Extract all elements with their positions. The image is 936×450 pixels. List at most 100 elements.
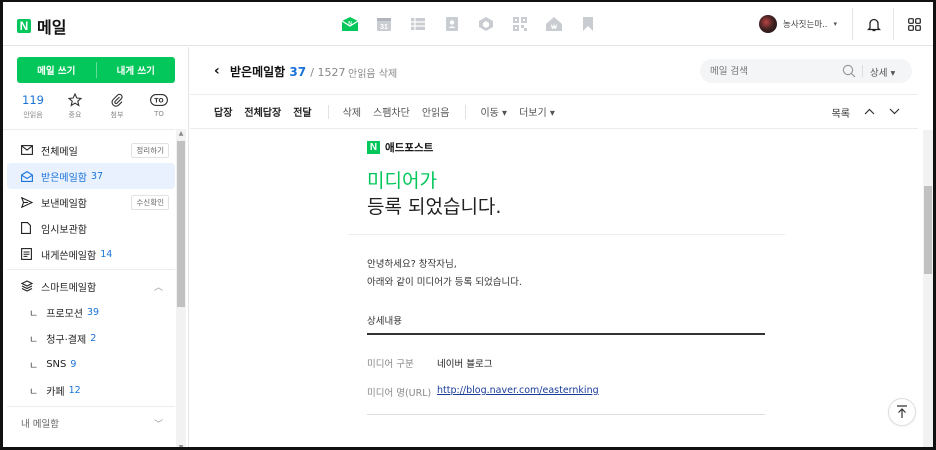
folder-inbox[interactable]: 받은메일함 37 xyxy=(7,163,175,189)
folder-sent[interactable]: 보낸메일함 수신확인 xyxy=(7,189,175,215)
spam-block-button[interactable]: 스팸차단 xyxy=(373,104,410,119)
contacts-list-icon[interactable] xyxy=(409,15,427,33)
divider xyxy=(3,129,175,130)
mailbox-title[interactable]: 받은메일함 37 / 1527 xyxy=(230,63,345,80)
mail-scrollbar[interactable] xyxy=(923,130,933,447)
calendar-icon[interactable]: 31 xyxy=(375,15,393,33)
list-button[interactable]: 목록 xyxy=(832,105,850,120)
mybox-icon[interactable] xyxy=(477,15,495,33)
qr-icon[interactable] xyxy=(511,15,529,33)
scroll-down-arrow[interactable]: ▼ xyxy=(176,444,186,447)
sub-bullet: ㄴ xyxy=(29,308,39,320)
divider xyxy=(862,65,863,77)
delete-button[interactable]: 삭제 xyxy=(343,104,361,119)
scrollbar-thumb[interactable] xyxy=(177,141,185,307)
folder-billing[interactable]: ㄴ 청구·결제 2 xyxy=(7,325,175,351)
folder-sns[interactable]: ㄴ SNS 9 xyxy=(7,351,175,377)
inbox-icon xyxy=(21,170,35,182)
quick-filter-label: 안읽음 xyxy=(23,111,43,119)
home-icon[interactable]: ₩ xyxy=(545,15,563,33)
headline: 등록 되었습니다. xyxy=(367,196,502,218)
smart-mailbox-toggle[interactable]: 스마트메일함 ︿ xyxy=(7,273,175,299)
next-mail-button[interactable] xyxy=(889,107,900,118)
quick-filter-label: 첨부 xyxy=(110,111,124,119)
folder-label: SNS xyxy=(46,358,67,370)
folder-self[interactable]: 내게쓴메일함 14 xyxy=(7,241,175,267)
main-panel: ‹ 받은메일함 37 / 1527 안읽음 삭제 상세 ▾ 답장 전체답장 전달… xyxy=(190,47,933,447)
address-book-icon[interactable] xyxy=(443,15,461,33)
reply-button[interactable]: 답장 xyxy=(214,104,232,119)
folder-cafe[interactable]: ㄴ 카페 12 xyxy=(7,377,175,403)
divider xyxy=(367,414,765,415)
to-badge-text: TO xyxy=(154,97,163,104)
compose-to-self-button[interactable]: 내게 쓰기 xyxy=(97,57,176,83)
folder-promotions[interactable]: ㄴ 프로모션 39 xyxy=(7,299,175,325)
organize-button[interactable]: 정리하기 xyxy=(131,142,169,158)
mail-toolbar: 답장 전체답장 전달 삭제 스팸차단 안읽음 이동 ▾ 더보기 ▾ 목록 xyxy=(190,95,918,129)
my-mailbox-toggle[interactable]: 내 메일함 ﹀ xyxy=(7,410,175,436)
bookmark-icon[interactable] xyxy=(579,15,597,33)
folder-all-mail[interactable]: 전체메일 정리하기 xyxy=(7,137,175,163)
folder-count: 2 xyxy=(90,332,97,344)
scroll-up-arrow[interactable]: ▲ xyxy=(176,130,186,137)
search-icon[interactable] xyxy=(842,64,856,81)
delete-unread-button[interactable]: 안읽음 삭제 xyxy=(348,65,397,80)
layers-icon xyxy=(21,280,35,292)
search-input[interactable] xyxy=(710,65,838,77)
folder-label: 내게쓴메일함 xyxy=(41,250,97,262)
folder-drafts[interactable]: 임시보관함 xyxy=(7,215,175,241)
quick-filters: 119 안읽음 중요 첨부 TO TO xyxy=(17,93,175,120)
divider xyxy=(7,269,175,270)
blog-url-link[interactable]: http://blog.naver.com/easternking xyxy=(437,385,599,396)
naver-logo-icon: N xyxy=(17,19,31,33)
quick-filter-attachment[interactable]: 첨부 xyxy=(101,93,133,120)
folder-label: 청구·결제 xyxy=(46,334,87,346)
mark-unread-button[interactable]: 안읽음 xyxy=(422,104,450,119)
scrollbar-thumb[interactable] xyxy=(924,186,932,274)
compose-button[interactable]: 메일 쓰기 xyxy=(17,57,96,83)
prev-mail-button[interactable] xyxy=(864,107,875,118)
notification-bell-button[interactable] xyxy=(865,15,883,33)
envelope-icon xyxy=(21,145,35,155)
sidebar-scrollbar[interactable]: ▲ ▼ xyxy=(176,129,186,447)
naver-mail-logo[interactable]: N 메일 xyxy=(17,14,66,38)
greeting-line: 안녕하세요? 창작자님, xyxy=(367,259,457,270)
chevron-up-icon: ︿ xyxy=(153,282,163,293)
read-receipt-button[interactable]: 수신확인 xyxy=(131,194,169,210)
divider xyxy=(893,8,894,40)
mailbox-total-count: / 1527 xyxy=(310,66,346,79)
quick-filter-important[interactable]: 중요 xyxy=(59,93,91,120)
detail-value: 네이버 블로그 xyxy=(437,359,493,370)
mail-icon[interactable]: N xyxy=(341,15,359,33)
back-button[interactable]: ‹ xyxy=(214,63,220,79)
folder-count: 39 xyxy=(87,306,100,318)
compose-group: 메일 쓰기 내게 쓰기 xyxy=(17,57,175,83)
folder-label: 카페 xyxy=(46,386,65,398)
folder-label: 받은메일함 xyxy=(41,172,87,184)
search-detail-button[interactable]: 상세 ▾ xyxy=(870,65,895,79)
draft-icon xyxy=(21,222,35,234)
toolbar-nav: 목록 xyxy=(832,105,900,120)
quick-filter-to[interactable]: TO TO xyxy=(143,93,175,120)
mailbox-name: 받은메일함 xyxy=(230,65,286,79)
move-dropdown[interactable]: 이동 ▾ xyxy=(480,104,507,119)
message-line: 아래와 같이 미디어가 등록 되었습니다. xyxy=(367,277,522,288)
sidebar: 메일 쓰기 내게 쓰기 119 안읽음 중요 첨부 TO TO 전체메일 정리하… xyxy=(3,47,189,447)
mail-search: 상세 ▾ xyxy=(700,59,912,83)
detail-section-title: 상세내용 xyxy=(367,316,402,327)
profile-menu[interactable]: 농사짓는마.. ▾ xyxy=(759,15,837,33)
quick-filter-unread[interactable]: 119 안읽음 xyxy=(17,93,49,120)
all-services-button[interactable] xyxy=(905,15,923,33)
divider xyxy=(7,406,175,407)
unread-count: 119 xyxy=(22,93,44,107)
folder-label: 스마트메일함 xyxy=(41,282,97,294)
scroll-to-top-button[interactable] xyxy=(888,398,916,426)
chevron-down-icon: ﹀ xyxy=(153,419,163,430)
more-dropdown[interactable]: 더보기 ▾ xyxy=(519,104,555,119)
divider xyxy=(465,104,467,119)
forward-button[interactable]: 전달 xyxy=(293,104,311,119)
folder-label: 프로모션 xyxy=(46,308,84,320)
reply-all-button[interactable]: 전체답장 xyxy=(244,104,281,119)
quick-filter-label: TO xyxy=(154,110,164,118)
sub-bullet: ㄴ xyxy=(29,334,39,346)
